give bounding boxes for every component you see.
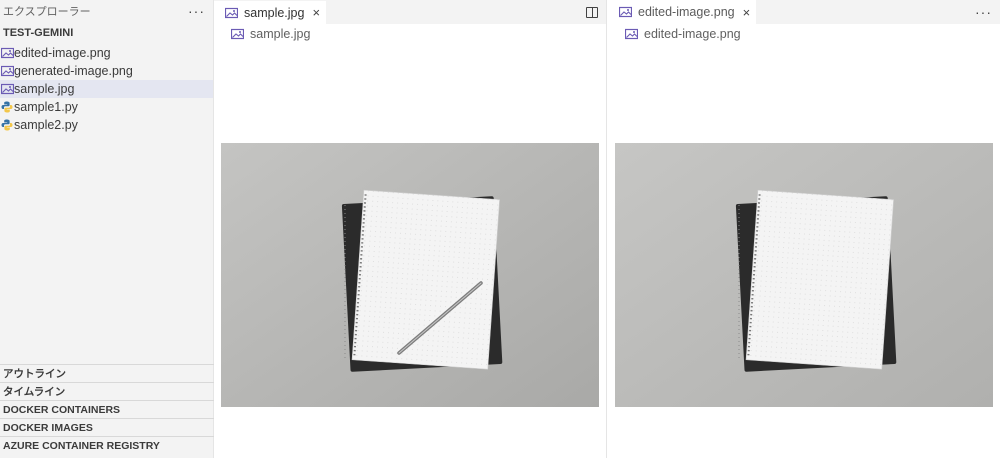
tab-bar: sample.jpg × — [214, 0, 606, 24]
file-item-generated-image[interactable]: generated-image.png — [0, 62, 213, 80]
explorer-sidebar: エクスプローラー ··· TEST-GEMINI edited-image.pn… — [0, 0, 214, 458]
tab-edited-image-png[interactable]: edited-image.png × — [608, 0, 757, 24]
timeline-section[interactable]: タイムライン — [0, 382, 214, 400]
image-file-icon — [0, 82, 14, 96]
split-editor-icon[interactable] — [586, 6, 598, 18]
close-icon[interactable]: × — [312, 5, 320, 20]
more-actions-icon[interactable]: ··· — [188, 4, 205, 18]
editor-actions: ··· — [975, 0, 992, 24]
vscode-window: エクスプローラー ··· TEST-GEMINI edited-image.pn… — [0, 0, 1000, 458]
python-file-icon — [0, 100, 14, 114]
breadcrumb-item[interactable]: sample.jpg — [250, 27, 310, 41]
explorer-title: エクスプローラー — [3, 6, 91, 18]
image-preview-notebook — [615, 143, 993, 407]
image-file-icon — [624, 27, 638, 41]
file-label: edited-image.png — [14, 46, 111, 60]
file-label: sample2.py — [14, 118, 78, 132]
editor-group-right: edited-image.png × ··· edited-image.png — [608, 0, 1000, 458]
docker-containers-section[interactable]: DOCKER CONTAINERS — [0, 400, 214, 418]
docker-images-section[interactable]: DOCKER IMAGES — [0, 418, 214, 436]
tab-label: edited-image.png — [638, 5, 735, 19]
explorer-header: エクスプローラー ··· — [0, 0, 213, 22]
file-label: sample.jpg — [14, 82, 75, 96]
file-item-sample-jpg[interactable]: sample.jpg — [0, 80, 213, 98]
python-file-icon — [0, 118, 14, 132]
editor-group-left: sample.jpg × sample.jpg — [214, 0, 607, 458]
image-file-icon — [0, 64, 14, 78]
image-file-icon — [618, 5, 632, 19]
file-label: sample1.py — [14, 100, 78, 114]
azure-container-registry-section[interactable]: AZURE CONTAINER REGISTRY — [0, 436, 214, 454]
tab-bar: edited-image.png × ··· — [608, 0, 1000, 24]
close-icon[interactable]: × — [743, 5, 751, 20]
file-item-edited-image[interactable]: edited-image.png — [0, 44, 213, 62]
image-file-icon — [0, 46, 14, 60]
image-file-icon — [230, 27, 244, 41]
file-label: generated-image.png — [14, 64, 133, 78]
tab-sample-jpg[interactable]: sample.jpg × — [214, 0, 327, 24]
breadcrumb: sample.jpg — [214, 24, 606, 44]
tab-label: sample.jpg — [244, 5, 305, 20]
image-file-icon — [224, 6, 238, 20]
outline-section[interactable]: アウトライン — [0, 364, 214, 382]
more-actions-icon[interactable]: ··· — [975, 5, 992, 19]
workspace-folder[interactable]: TEST-GEMINI — [0, 22, 213, 44]
editor-actions — [586, 0, 598, 24]
file-item-sample2-py[interactable]: sample2.py — [0, 116, 213, 134]
file-item-sample1-py[interactable]: sample1.py — [0, 98, 213, 116]
image-preview-notebook-with-pen — [221, 143, 599, 407]
breadcrumb: edited-image.png — [608, 24, 1000, 44]
breadcrumb-item[interactable]: edited-image.png — [644, 27, 741, 41]
